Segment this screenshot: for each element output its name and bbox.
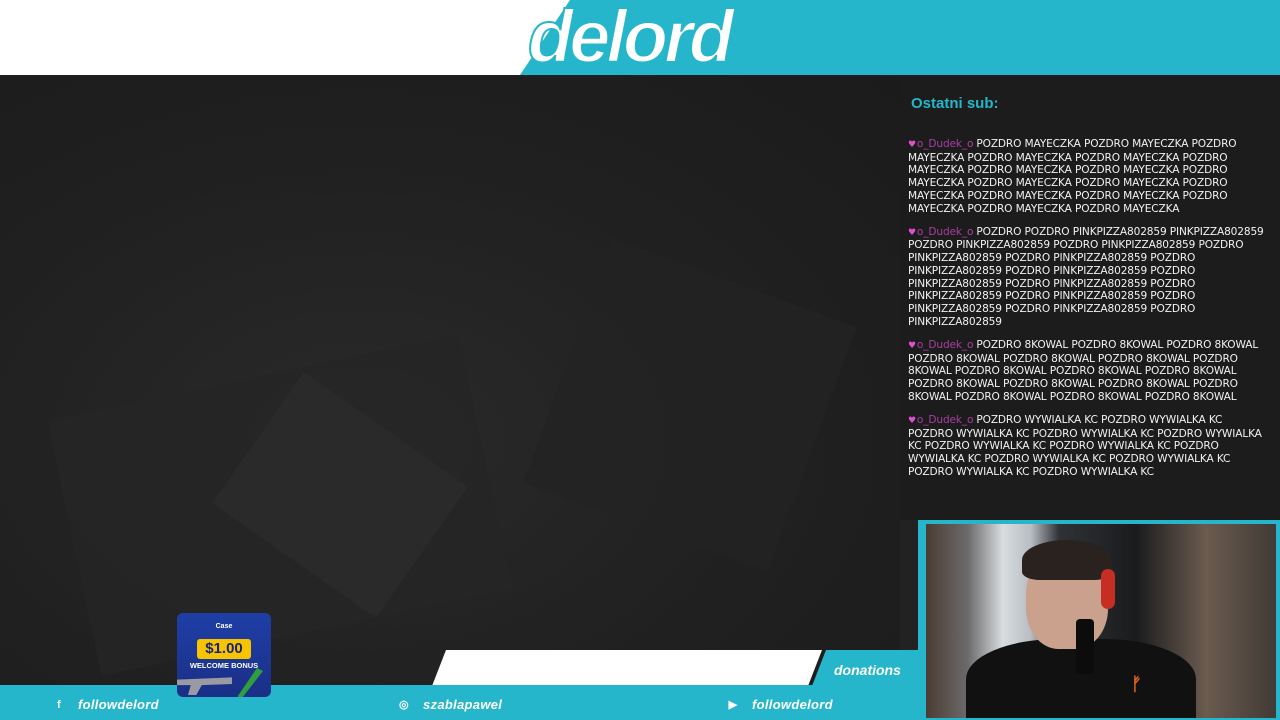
- microphone-icon: [1076, 619, 1094, 674]
- sub-username: o_Dudek_o: [916, 338, 974, 351]
- social-instagram[interactable]: ◎ szablapawel: [397, 697, 502, 712]
- heart-icon: ♥: [908, 140, 916, 150]
- knife-icon: [237, 668, 263, 697]
- pistol-icon: [177, 677, 232, 695]
- webcam-frame: ᚠ: [918, 520, 1280, 720]
- heart-icon: ♥: [908, 340, 916, 351]
- donation-bar: [432, 650, 822, 686]
- sub-username: o_Dudek_o: [916, 413, 974, 426]
- sponsor-amount: $1.00: [197, 639, 251, 659]
- game-scene: [0, 75, 900, 685]
- social-youtube[interactable]: ▶ followdelord: [726, 697, 833, 712]
- sub-message: ♥o_Dudek_o POZDRO 8KOWAL POZDRO 8KOWAL PO…: [908, 339, 1270, 404]
- sponsor-brand: Case: [215, 623, 233, 630]
- sub-username: o_Dudek_o: [916, 138, 974, 150]
- webcam-feed: ᚠ: [926, 524, 1276, 718]
- fnatic-logo-icon: ᚠ: [1131, 674, 1142, 694]
- sub-message-list: ♥o_Dudek_o POZDRO MAYECZKA POZDRO MAYECZK…: [908, 138, 1270, 489]
- delord-logo-text: delord: [528, 0, 736, 75]
- facebook-icon: f: [57, 698, 61, 711]
- delord-logo: delord: [527, 0, 741, 75]
- sub-message: ♥o_Dudek_o POZDRO POZDRO PINKPIZZA802859 …: [908, 226, 1270, 329]
- sub-username: o_Dudek_o: [916, 225, 974, 238]
- youtube-handle: followdelord: [752, 697, 833, 712]
- instagram-icon: ◎: [399, 699, 409, 711]
- social-facebook[interactable]: f followdelord: [52, 697, 159, 712]
- sponsor-banner[interactable]: Case $1.00 WELCOME BONUS: [177, 613, 271, 697]
- sub-message-text: POZDRO POZDRO PINKPIZZA802859 PINKPIZZA8…: [908, 225, 1264, 328]
- header-banner: delord: [0, 0, 1280, 75]
- sub-message: ♥o_Dudek_o POZDRO MAYECZKA POZDRO MAYECZK…: [908, 138, 1270, 215]
- donations-label: donations: [834, 662, 901, 678]
- heart-icon: ♥: [908, 227, 916, 238]
- headset-icon: [1101, 569, 1115, 609]
- sub-message: ♥o_Dudek_o POZDRO WYWIALKA KC POZDRO WYWI…: [908, 414, 1270, 479]
- streamer-hair: [1022, 540, 1112, 580]
- scene-shape: [523, 238, 857, 572]
- youtube-icon: ▶: [728, 699, 738, 711]
- instagram-handle: szablapawel: [423, 697, 503, 712]
- facebook-handle: followdelord: [78, 697, 159, 712]
- last-sub-title: Ostatni sub:: [911, 95, 999, 112]
- heart-icon: ♥: [908, 415, 916, 426]
